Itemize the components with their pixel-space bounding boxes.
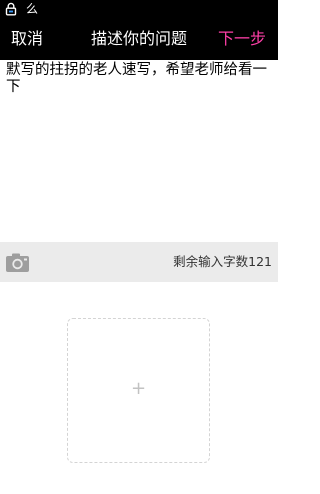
camera-icon[interactable] bbox=[5, 252, 30, 273]
title-bar: 取消 描述你的问题 下一步 bbox=[0, 18, 278, 60]
status-bar-label: 么 bbox=[26, 2, 39, 16]
lock-icon bbox=[5, 2, 17, 16]
next-step-button[interactable]: 下一步 bbox=[218, 28, 266, 50]
attachment-toolbar: 剩余输入字数121 bbox=[0, 242, 278, 282]
question-input[interactable]: 默写的拄拐的老人速写，希望老师给看一下 bbox=[0, 60, 278, 242]
char-counter: 剩余输入字数121 bbox=[173, 254, 272, 269]
plus-icon: + bbox=[130, 378, 147, 399]
status-bar: 么 bbox=[0, 0, 278, 18]
add-photo-button[interactable]: + bbox=[67, 318, 210, 463]
